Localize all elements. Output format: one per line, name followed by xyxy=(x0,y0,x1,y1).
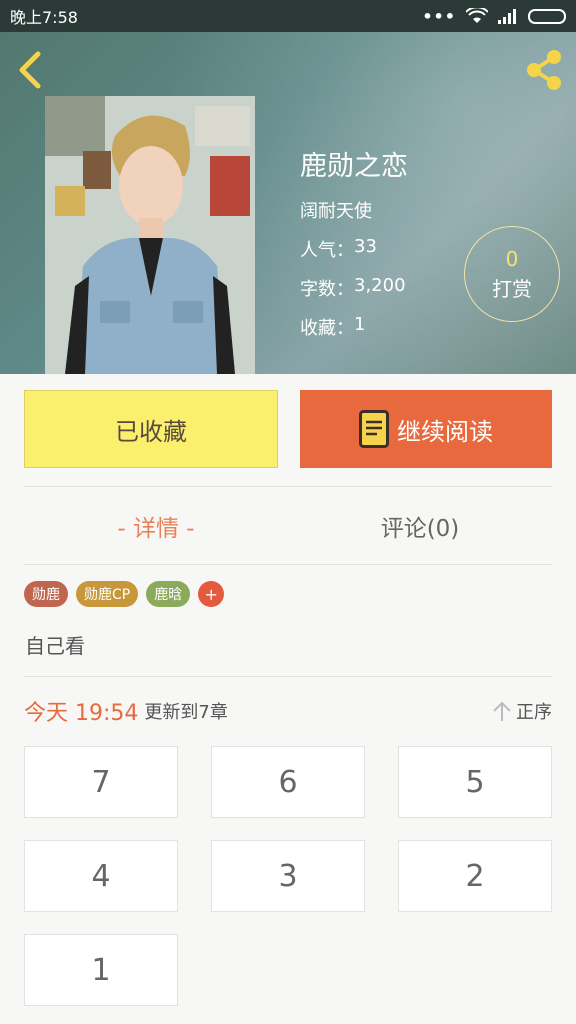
more-dots-icon: ••• xyxy=(422,6,456,26)
popularity-label: 人气： xyxy=(300,240,354,261)
divider xyxy=(24,676,552,677)
chapter-button[interactable]: 1 xyxy=(24,934,178,1006)
tab-detail[interactable]: - 详情 - xyxy=(24,488,288,564)
battery-icon xyxy=(528,8,566,24)
tag-chip[interactable]: 鹿晗 xyxy=(146,581,191,607)
reward-count: 0 xyxy=(505,246,519,271)
status-bar: 晚上7:58 ••• xyxy=(0,0,576,32)
word-count-row: 字数： 3,200 xyxy=(300,275,408,301)
book-icon xyxy=(359,410,389,448)
status-icons: ••• xyxy=(422,7,566,26)
sort-toggle[interactable]: 正序 xyxy=(492,698,552,724)
arrow-up-icon xyxy=(493,701,511,721)
share-icon xyxy=(527,50,561,90)
chevron-left-icon xyxy=(19,51,41,89)
book-info: 鹿勋之恋 阔耐天使 人气： 33 字数： 3,200 收藏： 1 xyxy=(300,144,408,353)
word-count-label: 字数： xyxy=(300,279,354,300)
reward-label: 打赏 xyxy=(492,276,532,301)
tag-chip[interactable]: 勋鹿CP xyxy=(76,581,139,607)
update-text: 更新到7章 xyxy=(144,702,228,723)
chapter-button[interactable]: 6 xyxy=(211,746,365,818)
status-time: 晚上7:58 xyxy=(10,8,78,27)
popularity-value: 33 xyxy=(354,236,377,257)
wifi-icon xyxy=(466,8,488,23)
reward-button[interactable]: 0 打赏 xyxy=(464,226,560,322)
tag-list: 勋鹿 勋鹿CP 鹿晗 + xyxy=(24,581,225,607)
tab-comments[interactable]: 评论(0) xyxy=(288,488,552,564)
chapter-button[interactable]: 2 xyxy=(398,840,552,912)
back-button[interactable] xyxy=(14,50,50,90)
popularity-row: 人气： 33 xyxy=(300,236,408,262)
book-title: 鹿勋之恋 xyxy=(300,151,408,182)
add-tag-button[interactable]: + xyxy=(198,581,225,607)
continue-reading-label: 继续阅读 xyxy=(397,417,493,446)
chapter-button[interactable]: 7 xyxy=(24,746,178,818)
update-time: 今天 19:54 xyxy=(24,701,139,726)
favorites-row: 收藏： 1 xyxy=(300,314,408,340)
continue-reading-button[interactable]: 继续阅读 xyxy=(300,390,552,468)
chapter-button[interactable]: 3 xyxy=(211,840,365,912)
favorited-button[interactable]: 已收藏 xyxy=(24,390,278,468)
word-count-value: 3,200 xyxy=(354,275,406,296)
book-header: 鹿勋之恋 阔耐天使 人气： 33 字数： 3,200 收藏： 1 0 打赏 xyxy=(0,32,576,374)
update-row: 今天 19:54 更新到7章 正序 xyxy=(24,695,552,727)
sort-label: 正序 xyxy=(516,702,552,723)
favorites-value: 1 xyxy=(354,314,366,335)
favorites-label: 收藏： xyxy=(300,318,354,339)
signal-icon xyxy=(498,9,516,24)
book-summary: 自己看 xyxy=(25,634,85,658)
share-button[interactable] xyxy=(522,48,566,92)
chapter-button[interactable]: 5 xyxy=(398,746,552,818)
book-cover-image xyxy=(45,96,255,374)
chapter-button[interactable]: 4 xyxy=(24,840,178,912)
tag-chip[interactable]: 勋鹿 xyxy=(24,581,68,607)
divider xyxy=(24,564,552,565)
book-author[interactable]: 阔耐天使 xyxy=(300,197,408,223)
divider xyxy=(24,486,552,487)
